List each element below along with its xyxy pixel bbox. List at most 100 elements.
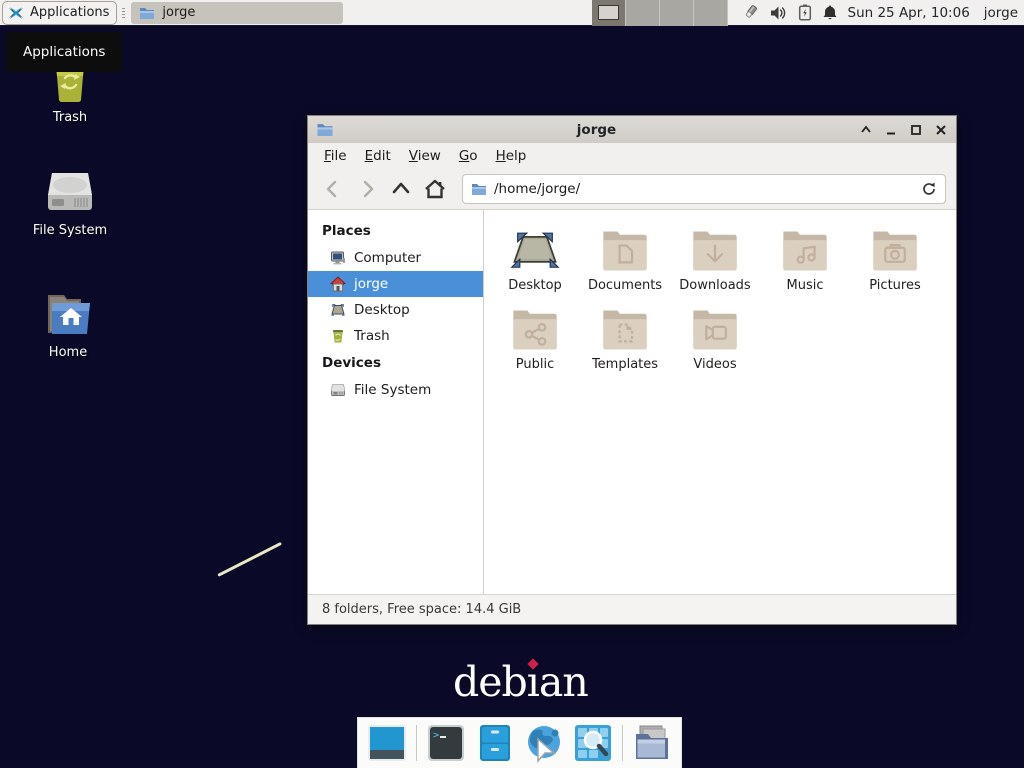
- file-label: Public: [516, 357, 554, 372]
- trash-mini-icon: [330, 328, 346, 344]
- file-label: Documents: [588, 278, 662, 293]
- toolbar: /home/jorge/: [308, 169, 956, 210]
- home-folder-icon: [42, 291, 94, 337]
- back-button[interactable]: [318, 174, 348, 204]
- maximize-button[interactable]: [909, 123, 923, 137]
- workspace-4[interactable]: [694, 0, 728, 26]
- system-tray: [740, 4, 838, 22]
- pathbar-folder-icon: [471, 182, 487, 196]
- file-cabinet-launcher[interactable]: [475, 723, 515, 763]
- desktop-mini-icon: [330, 302, 346, 318]
- path-bar[interactable]: /home/jorge/: [462, 174, 946, 204]
- folder-pictures-icon: [869, 227, 921, 275]
- file-manager-window: jorge File Edit View Go Help: [307, 115, 957, 625]
- up-button[interactable]: [386, 174, 416, 204]
- top-panel: Applications jorge: [0, 0, 1024, 26]
- taskbar-window-button[interactable]: jorge: [131, 2, 343, 24]
- file-label: Templates: [592, 357, 658, 372]
- app-finder-launcher[interactable]: [573, 723, 613, 763]
- file-icon-videos[interactable]: Videos: [670, 302, 760, 372]
- folder-menu-launcher[interactable]: [632, 723, 672, 763]
- stray-line: [217, 542, 282, 577]
- file-icon-downloads[interactable]: Downloads: [670, 223, 760, 293]
- desktop-icon-label: Trash: [53, 110, 87, 125]
- sidebar-item-label: jorge: [354, 276, 388, 292]
- sidebar-item-trash[interactable]: Trash: [308, 323, 483, 349]
- path-input[interactable]: /home/jorge/: [494, 181, 914, 197]
- window-folder-icon: [316, 122, 334, 137]
- hard-drive-icon: [44, 169, 96, 215]
- sidebar-item-label: Trash: [354, 328, 390, 344]
- titlebar[interactable]: jorge: [308, 116, 956, 143]
- sidebar-item-label: Desktop: [354, 302, 410, 318]
- applications-menu-label: Applications: [30, 5, 109, 20]
- folder-templates-icon: [599, 306, 651, 354]
- file-list-area[interactable]: Desktop Documents: [484, 210, 956, 594]
- file-icon-public[interactable]: Public: [490, 302, 580, 372]
- statusbar: 8 folders, Free space: 14.4 GiB: [308, 594, 956, 624]
- home-button[interactable]: [420, 174, 450, 204]
- menu-file[interactable]: File: [315, 143, 356, 169]
- applications-menu-icon: [7, 4, 25, 22]
- workspace-2[interactable]: [626, 0, 660, 26]
- file-icon-documents[interactable]: Documents: [580, 223, 670, 293]
- minimize-button[interactable]: [884, 123, 898, 137]
- desktop-icon-label: Home: [49, 345, 87, 360]
- file-cabinet-icon: [478, 724, 512, 762]
- menu-help[interactable]: Help: [487, 143, 536, 169]
- close-button[interactable]: [934, 123, 948, 137]
- menu-edit[interactable]: Edit: [356, 143, 400, 169]
- panel-handle[interactable]: [119, 3, 127, 23]
- show-desktop-button[interactable]: [367, 723, 407, 763]
- dock-folder-icon: [632, 724, 672, 762]
- file-icon-pictures[interactable]: Pictures: [850, 223, 940, 293]
- sidebar-devices-header: Devices: [308, 349, 483, 377]
- forward-button[interactable]: [352, 174, 382, 204]
- dock-panel: >: [357, 717, 682, 768]
- file-icon-desktop[interactable]: Desktop: [490, 223, 580, 293]
- home-icon: [330, 276, 346, 292]
- window-title: jorge: [334, 122, 859, 138]
- terminal-icon: >: [427, 724, 465, 762]
- workspace-3[interactable]: [660, 0, 694, 26]
- sidebar-item-label: File System: [354, 382, 431, 398]
- workspace-switcher: [592, 0, 728, 26]
- computer-icon: [330, 250, 346, 266]
- panel-clock[interactable]: Sun 25 Apr, 10:06: [848, 5, 970, 21]
- taskbar-window-label: jorge: [162, 5, 195, 20]
- menu-view[interactable]: View: [400, 143, 450, 169]
- web-browser-globe-icon: [524, 723, 564, 763]
- terminal-launcher[interactable]: >: [426, 723, 466, 763]
- menubar: File Edit View Go Help: [308, 143, 956, 169]
- dock-separator: [416, 725, 417, 761]
- folder-icon: [139, 6, 155, 20]
- shade-button[interactable]: [859, 123, 873, 137]
- bell-icon[interactable]: [822, 4, 838, 21]
- panel-username: jorge: [984, 5, 1018, 21]
- desktop-icon-home[interactable]: Home: [16, 291, 120, 360]
- drive-mini-icon: [330, 382, 346, 398]
- desktop-icon-label: File System: [33, 223, 107, 238]
- sidebar-item-computer[interactable]: Computer: [308, 245, 483, 271]
- power-plug-icon[interactable]: [740, 4, 760, 22]
- menu-go[interactable]: Go: [450, 143, 487, 169]
- sidebar: Places Computer jorge: [308, 210, 484, 594]
- sidebar-item-file-system[interactable]: File System: [308, 377, 483, 403]
- reload-icon[interactable]: [921, 181, 937, 197]
- battery-charging-icon[interactable]: [798, 4, 812, 21]
- file-icon-music[interactable]: Music: [760, 223, 850, 293]
- sidebar-item-desktop[interactable]: Desktop: [308, 297, 483, 323]
- file-label: Pictures: [869, 278, 920, 293]
- desktop-special-icon: [509, 227, 561, 275]
- sidebar-item-label: Computer: [354, 250, 421, 266]
- file-icon-templates[interactable]: Templates: [580, 302, 670, 372]
- folder-videos-icon: [689, 306, 741, 354]
- workspace-1[interactable]: [592, 0, 626, 26]
- applications-menu-button[interactable]: Applications: [2, 1, 117, 25]
- volume-icon[interactable]: [770, 5, 788, 21]
- file-label: Music: [787, 278, 824, 293]
- desktop-icon-file-system[interactable]: File System: [18, 169, 122, 238]
- web-browser-launcher[interactable]: [524, 723, 564, 763]
- sidebar-item-jorge[interactable]: jorge: [308, 271, 483, 297]
- folder-documents-icon: [599, 227, 651, 275]
